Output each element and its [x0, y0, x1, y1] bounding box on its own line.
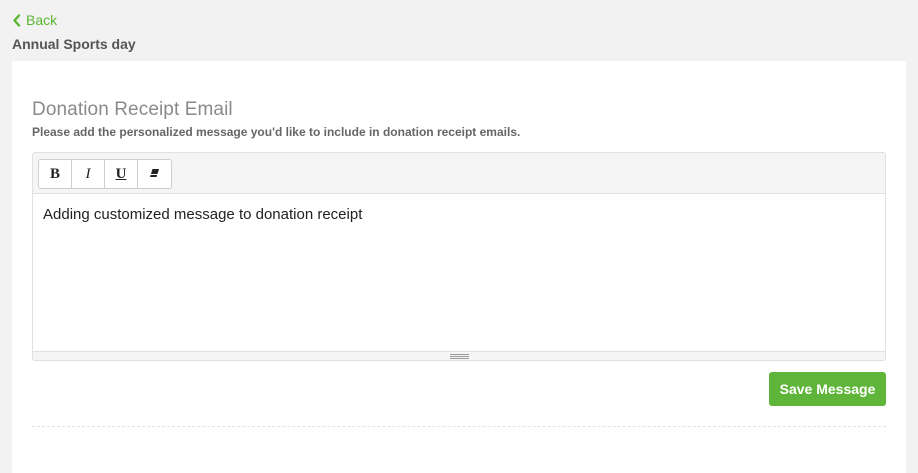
section-title: Donation Receipt Email: [32, 99, 233, 120]
back-label: Back: [26, 12, 58, 28]
resize-grip-icon: [449, 353, 469, 360]
editor-resize-handle[interactable]: [33, 351, 885, 360]
format-button-group: B I U: [38, 159, 172, 189]
receipt-card: Donation Receipt Email Please add the pe…: [12, 61, 906, 473]
section-description: Please add the personalized message you'…: [32, 125, 521, 139]
editor-toolbar: B I U: [33, 153, 885, 194]
underline-button[interactable]: U: [105, 160, 138, 188]
message-content-area[interactable]: Adding customized message to donation re…: [33, 194, 885, 351]
section-divider: [32, 426, 886, 427]
eraser-icon: [149, 166, 160, 183]
chevron-left-icon: [12, 13, 21, 27]
save-message-button[interactable]: Save Message: [769, 372, 886, 406]
clear-format-button[interactable]: [138, 160, 171, 188]
event-title: Annual Sports day: [12, 36, 136, 52]
back-link[interactable]: Back: [12, 12, 57, 28]
rich-text-editor: B I U Adding customized message to donat…: [32, 152, 886, 361]
italic-button[interactable]: I: [72, 160, 105, 188]
bold-button[interactable]: B: [39, 160, 72, 188]
